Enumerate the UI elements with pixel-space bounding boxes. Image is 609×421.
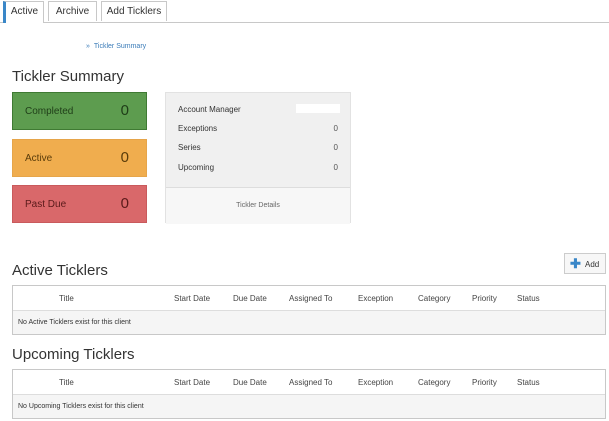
active-tile[interactable]: Active 0 <box>12 139 147 177</box>
tab-active[interactable]: Active <box>3 1 44 23</box>
add-tickler-button[interactable]: ✚ Add <box>564 253 606 274</box>
empty-row-message: No Upcoming Ticklers exist for this clie… <box>13 395 605 418</box>
column-header-category[interactable]: Category <box>418 294 450 303</box>
column-header-start-date[interactable]: Start Date <box>174 378 210 387</box>
completed-label: Completed <box>25 106 74 117</box>
tab-bar: Active Archive Add Ticklers <box>0 0 609 23</box>
upcoming-label: Upcoming <box>178 163 215 172</box>
column-header-assigned-to[interactable]: Assigned To <box>289 294 332 303</box>
column-header-priority[interactable]: Priority <box>472 294 497 303</box>
active-count: 0 <box>120 149 129 166</box>
add-button-label: Add <box>585 260 600 269</box>
tickler-summary-title: Tickler Summary <box>12 68 124 85</box>
upcoming-ticklers-title: Upcoming Ticklers <box>12 346 135 363</box>
column-header-title[interactable]: Title <box>59 378 74 387</box>
series-row: Series 0 <box>178 143 338 152</box>
active-ticklers-table: Title Start Date Due Date Assigned To Ex… <box>12 285 606 335</box>
tickler-details-panel: Account Manager Exceptions 0 Series 0 Up… <box>165 92 351 224</box>
series-label: Series <box>178 143 201 152</box>
column-header-status[interactable]: Status <box>517 378 540 387</box>
past-due-label: Past Due <box>25 199 67 210</box>
tab-archive[interactable]: Archive <box>48 1 97 21</box>
breadcrumb-separator: » <box>86 43 90 50</box>
column-header-category[interactable]: Category <box>418 378 450 387</box>
exceptions-row: Exceptions 0 <box>178 124 338 133</box>
column-header-due-date[interactable]: Due Date <box>233 378 267 387</box>
exceptions-value: 0 <box>333 124 338 133</box>
tab-add-ticklers[interactable]: Add Ticklers <box>101 1 167 21</box>
upcoming-row: Upcoming 0 <box>178 163 338 172</box>
empty-row-message: No Active Ticklers exist for this client <box>13 311 605 334</box>
column-header-status[interactable]: Status <box>517 294 540 303</box>
tickler-details-link[interactable]: Tickler Details <box>166 187 350 224</box>
table-header: Title Start Date Due Date Assigned To Ex… <box>13 370 605 395</box>
column-header-due-date[interactable]: Due Date <box>233 294 267 303</box>
exceptions-label: Exceptions <box>178 124 218 133</box>
column-header-priority[interactable]: Priority <box>472 378 497 387</box>
completed-count: 0 <box>120 102 129 119</box>
column-header-start-date[interactable]: Start Date <box>174 294 210 303</box>
completed-tile[interactable]: Completed 0 <box>12 92 147 130</box>
table-header: Title Start Date Due Date Assigned To Ex… <box>13 286 605 311</box>
breadcrumb-link-tickler-summary[interactable]: Tickler Summary <box>94 43 146 50</box>
upcoming-ticklers-table: Title Start Date Due Date Assigned To Ex… <box>12 369 606 419</box>
active-label: Active <box>25 153 53 164</box>
series-value: 0 <box>333 143 338 152</box>
column-header-exception[interactable]: Exception <box>358 294 393 303</box>
breadcrumb: » Tickler Summary <box>86 43 146 50</box>
column-header-title[interactable]: Title <box>59 294 74 303</box>
column-header-assigned-to[interactable]: Assigned To <box>289 378 332 387</box>
account-manager-label: Account Manager <box>178 105 241 114</box>
account-manager-value <box>296 104 340 113</box>
past-due-count: 0 <box>120 195 129 212</box>
past-due-tile[interactable]: Past Due 0 <box>12 185 147 223</box>
active-ticklers-title: Active Ticklers <box>12 262 108 279</box>
upcoming-value: 0 <box>333 163 338 172</box>
column-header-exception[interactable]: Exception <box>358 378 393 387</box>
plus-icon: ✚ <box>570 256 581 271</box>
